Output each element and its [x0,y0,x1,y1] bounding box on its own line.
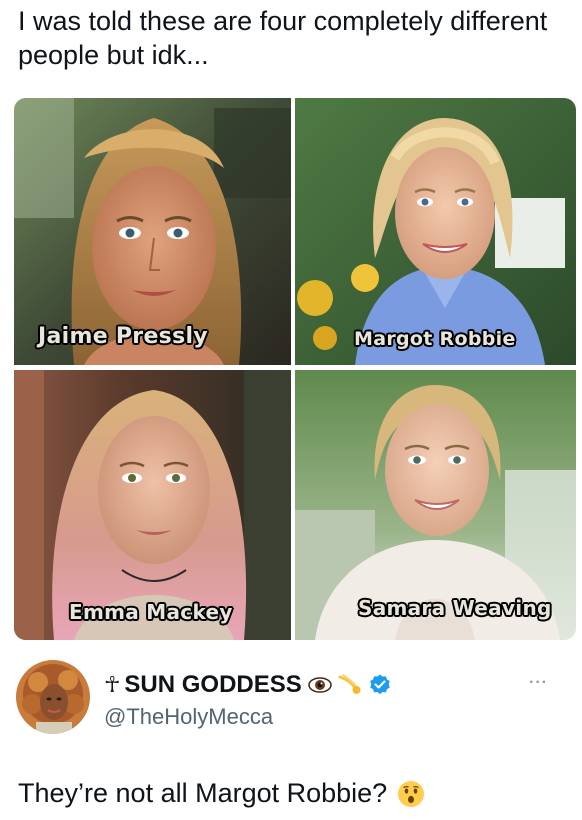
photo-1[interactable]: Jaime Pressly [14,98,291,365]
reply-text-row: They’re not all Margot Robbie? [18,778,425,809]
photo-2-caption: Margot Robbie [354,328,516,350]
more-options-icon[interactable]: ··· [529,674,548,692]
photo-2-image [295,98,576,365]
reply-text: They’re not all Margot Robbie? [18,778,388,808]
photo-4-caption: Samara Weaving [358,596,552,620]
verified-badge-icon [369,674,390,695]
post-text: I was told these are four completely dif… [18,6,548,70]
photo-4[interactable]: Samara Weaving [295,370,576,640]
quoted-account[interactable]: ☥ SUN GODDESS @TheHolyMecca ··· [16,660,566,750]
photo-3-caption: Emma Mackey [69,600,233,624]
display-name[interactable]: SUN GODDESS [124,671,301,699]
photo-1-caption: Jaime Pressly [38,324,208,349]
photo-grid[interactable]: Jaime Pressly Margot Robbie Emma Mackey … [14,98,576,640]
astonished-face-emoji-icon [398,780,425,807]
photo-2[interactable]: Margot Robbie [295,98,576,365]
avatar-image [16,660,90,734]
photo-3[interactable]: Emma Mackey [14,370,291,640]
display-name-row[interactable]: ☥ SUN GODDESS [104,670,392,700]
eye-emoji-icon [308,677,332,693]
comet-emoji-icon [338,674,361,694]
account-handle[interactable]: @TheHolyMecca [104,704,273,730]
ankh-symbol: ☥ [104,672,121,698]
avatar[interactable] [16,660,90,734]
